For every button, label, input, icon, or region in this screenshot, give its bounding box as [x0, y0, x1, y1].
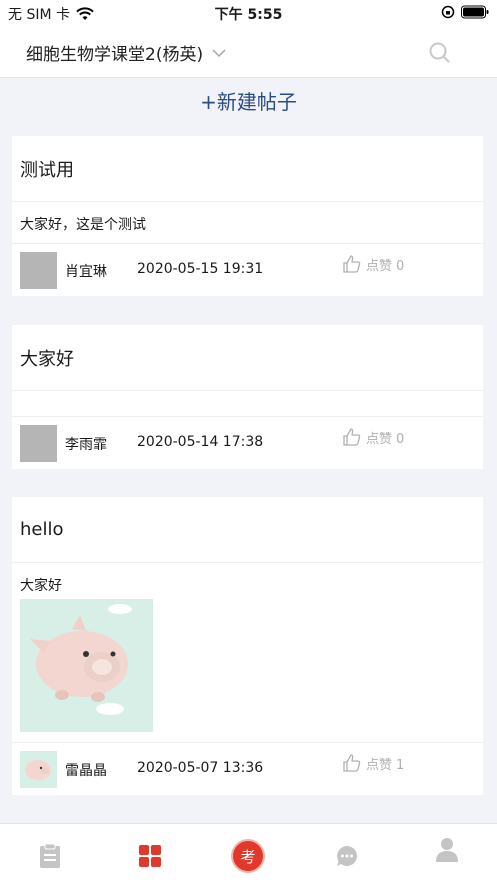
- like-count: 0: [396, 432, 405, 447]
- clipboard-icon: [40, 843, 60, 868]
- post-author: 李雨霏: [65, 437, 107, 453]
- search-icon[interactable]: [427, 40, 453, 66]
- like-label: 点赞: [366, 758, 393, 773]
- tab-exam[interactable]: 考: [230, 838, 266, 874]
- post-card[interactable]: 大家好 李雨霏 2020-05-14 17:38 点赞 0: [12, 325, 483, 469]
- chat-icon: [337, 846, 357, 866]
- person-icon: [436, 838, 458, 862]
- like-button[interactable]: 点赞 1: [342, 753, 404, 773]
- status-time: 下午 5:55: [214, 7, 283, 23]
- tab-discussion[interactable]: [132, 838, 168, 874]
- like-label: 点赞: [366, 432, 393, 447]
- post-body-container: 大家好: [12, 563, 483, 743]
- post-body: [12, 391, 483, 417]
- thumbs-up-icon: [343, 255, 361, 273]
- tab-bar: 考: [0, 823, 497, 883]
- post-title: hello: [12, 497, 483, 563]
- post-date: 2020-05-15 19:31: [137, 261, 264, 277]
- thumbs-up-icon: [343, 754, 361, 772]
- post-body: 大家好，这是个测试: [12, 202, 483, 244]
- like-count: 1: [396, 758, 405, 773]
- post-image[interactable]: [20, 599, 153, 732]
- post-date: 2020-05-07 13:36: [137, 760, 264, 776]
- post-card[interactable]: hello 大家好 雷晶晶 2020-05-07 13:36 点赞 1: [12, 497, 483, 795]
- post-card[interactable]: 测试用 大家好，这是个测试 肖宜琳 2020-05-15 19:31 点赞 0: [12, 136, 483, 296]
- post-date: 2020-05-14 17:38: [137, 434, 264, 450]
- thumbs-up-icon: [343, 428, 361, 446]
- exam-icon: 考: [231, 839, 265, 873]
- post-footer: 李雨霏 2020-05-14 17:38 点赞 0: [12, 417, 483, 469]
- battery-icon: [461, 5, 489, 19]
- chevron-down-icon: [212, 48, 226, 57]
- course-selector[interactable]: 细胞生物学课堂2(杨英): [26, 40, 227, 65]
- post-body: 大家好: [20, 578, 62, 594]
- avatar: [20, 252, 57, 289]
- tab-assignments[interactable]: [32, 838, 68, 874]
- new-post-button[interactable]: +新建帖子: [0, 86, 497, 115]
- post-title: 测试用: [12, 136, 483, 202]
- course-title: 细胞生物学课堂2(杨英): [26, 45, 204, 65]
- nav-bar: 细胞生物学课堂2(杨英): [0, 26, 497, 78]
- post-footer: 雷晶晶 2020-05-07 13:36 点赞 1: [12, 743, 483, 795]
- like-button[interactable]: 点赞 0: [342, 427, 404, 447]
- tab-messages[interactable]: [329, 838, 365, 874]
- tab-profile[interactable]: [429, 832, 465, 868]
- post-author: 雷晶晶: [65, 763, 107, 779]
- like-button[interactable]: 点赞 0: [342, 254, 404, 274]
- status-bar: 无 SIM 卡 下午 5:55: [0, 0, 497, 26]
- exam-label: 考: [240, 847, 256, 866]
- post-author: 肖宜琳: [65, 264, 107, 280]
- avatar: [20, 751, 57, 788]
- post-footer: 肖宜琳 2020-05-15 19:31 点赞 0: [12, 244, 483, 296]
- post-title: 大家好: [12, 325, 483, 391]
- avatar: [20, 425, 57, 462]
- like-label: 点赞: [366, 259, 393, 274]
- like-count: 0: [396, 259, 405, 274]
- grid-icon: [139, 845, 161, 867]
- rotation-lock-icon: [441, 5, 455, 19]
